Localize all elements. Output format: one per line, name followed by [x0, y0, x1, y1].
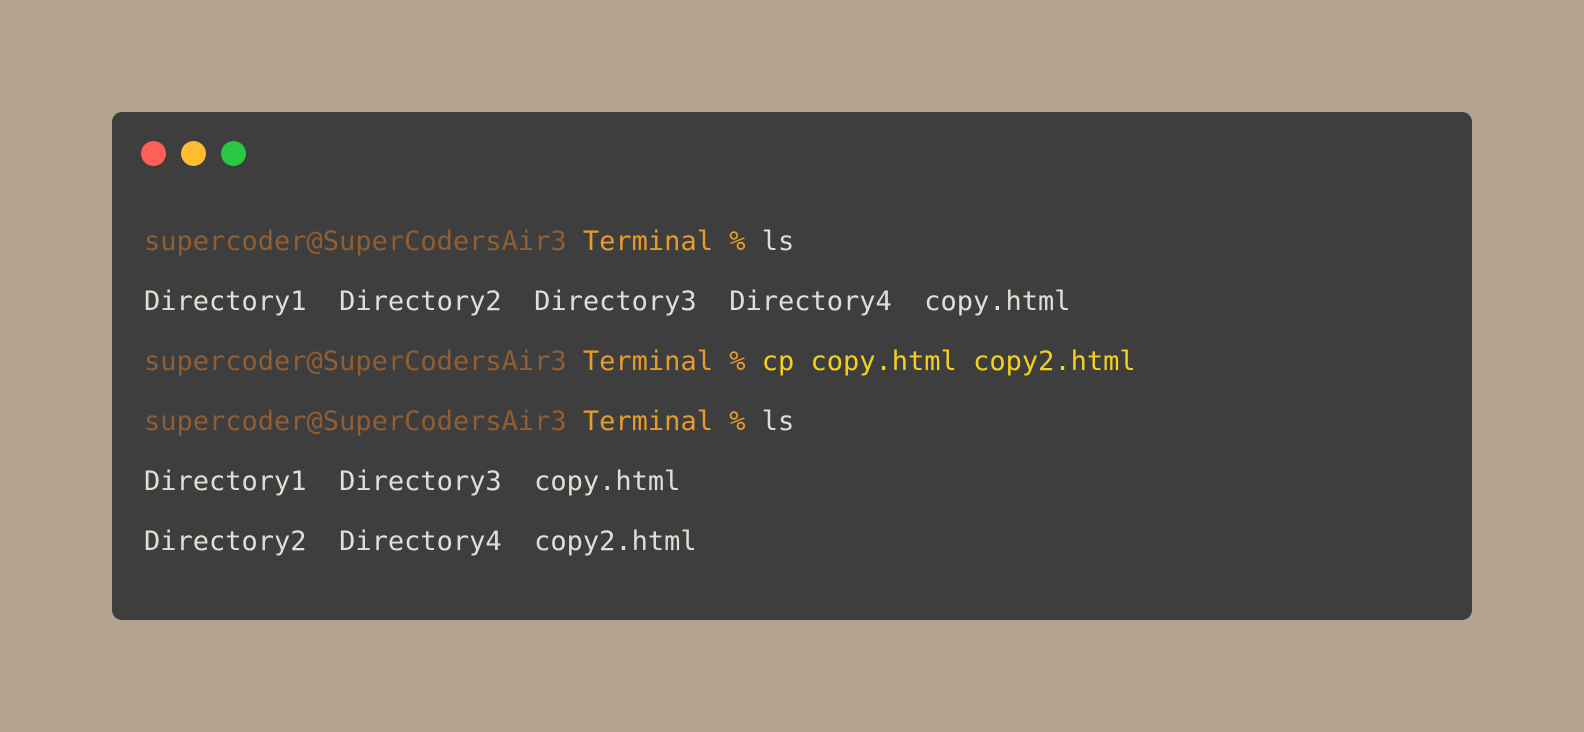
- prompt-directory: Terminal: [582, 226, 713, 257]
- output-line: Directory2 Directory4 copy2.html: [144, 526, 697, 557]
- command-text: ls: [761, 406, 795, 437]
- prompt-line: supercoder@SuperCodersAir3 Terminal % ls: [144, 222, 1440, 282]
- command-text: ls: [761, 226, 795, 257]
- prompt-host: supercoder@SuperCodersAir3: [144, 226, 567, 257]
- window-controls: [141, 141, 246, 167]
- command-text: cp copy.html copy2.html: [761, 346, 1136, 377]
- minimize-button[interactable]: [181, 141, 206, 166]
- zoom-button[interactable]: [221, 141, 246, 166]
- close-button[interactable]: [141, 141, 166, 166]
- output-line: Directory1 Directory3 copy.html: [144, 466, 681, 497]
- prompt-symbol: %: [729, 226, 746, 257]
- terminal-window[interactable]: supercoder@SuperCodersAir3 Terminal % ls…: [112, 112, 1472, 620]
- terminal-output[interactable]: supercoder@SuperCodersAir3 Terminal % ls…: [144, 222, 1440, 582]
- prompt-symbol: %: [729, 346, 746, 377]
- prompt-line: supercoder@SuperCodersAir3 Terminal % cp…: [144, 342, 1440, 402]
- prompt-symbol: %: [729, 406, 746, 437]
- prompt-host: supercoder@SuperCodersAir3: [144, 406, 567, 437]
- prompt-host: supercoder@SuperCodersAir3: [144, 346, 567, 377]
- prompt-directory: Terminal: [582, 406, 713, 437]
- prompt-line: supercoder@SuperCodersAir3 Terminal % ls: [144, 402, 1440, 462]
- prompt-directory: Terminal: [582, 346, 713, 377]
- output-line: Directory1 Directory2 Directory3 Directo…: [144, 286, 1071, 317]
